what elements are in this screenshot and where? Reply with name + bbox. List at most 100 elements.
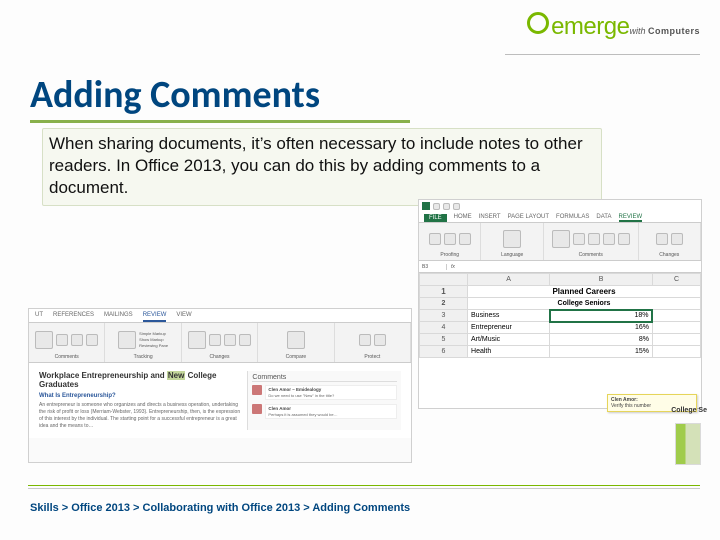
excel-tabs: FILE HOME INSERT PAGE LAYOUT FORMULAS DA… [419, 212, 701, 223]
formula-bar: B3 fx [419, 261, 701, 273]
tab-home[interactable]: HOME [454, 214, 472, 222]
research-icon[interactable] [444, 233, 456, 245]
group-proofing: Proofing [419, 223, 481, 260]
comments-header: Comments [252, 374, 397, 382]
restrict-editing-icon[interactable] [374, 334, 386, 346]
avatar-icon [252, 385, 262, 395]
cell[interactable]: Health [468, 346, 550, 358]
tab-insert[interactable]: INSERT [479, 214, 501, 222]
cell[interactable]: 16% [550, 322, 653, 334]
protect-sheet-icon[interactable] [656, 233, 668, 245]
save-icon[interactable] [433, 203, 440, 210]
col-header[interactable]: B [550, 274, 653, 286]
group-label: Comments [55, 354, 79, 360]
group-label: Language [501, 252, 523, 258]
selected-cell[interactable]: 18% [550, 310, 653, 322]
group-label: Changes [659, 252, 679, 258]
new-comment-icon[interactable] [35, 331, 53, 349]
delete-comment-icon[interactable] [56, 334, 68, 346]
group-label: Comments [579, 252, 603, 258]
accept-icon[interactable] [188, 331, 206, 349]
cell[interactable] [652, 346, 700, 358]
footer-accent-line [28, 485, 700, 486]
tab-file[interactable]: FILE [424, 214, 447, 222]
prev-comment-icon[interactable] [71, 334, 83, 346]
row-header[interactable]: 5 [420, 334, 468, 346]
row-header[interactable]: 3 [420, 310, 468, 322]
redo-icon[interactable] [453, 203, 460, 210]
sheet-subtitle[interactable]: College Seniors [468, 298, 701, 310]
col-header[interactable]: C [652, 274, 700, 286]
next-comment-icon[interactable] [603, 233, 615, 245]
intro-paragraph: When sharing documents, it’s often neces… [42, 128, 602, 206]
cell[interactable]: Entrepreneur [468, 322, 550, 334]
row-header[interactable]: 4 [420, 322, 468, 334]
prev-change-icon[interactable] [224, 334, 236, 346]
comments-pane: Comments Clen Amor – EmidealogyDo we nee… [247, 371, 401, 430]
cell[interactable]: 15% [550, 346, 653, 358]
group-comments: Comments [29, 323, 105, 362]
track-changes-icon[interactable] [118, 331, 136, 349]
translate-icon[interactable] [503, 230, 521, 248]
group-label: Tracking [134, 354, 153, 360]
word-ribbon: Comments Simple Markup Show Markup Revie… [29, 323, 411, 363]
prev-comment-icon[interactable] [588, 233, 600, 245]
cell[interactable] [652, 322, 700, 334]
fx-icon[interactable]: fx [447, 264, 459, 270]
showhide-comment-icon[interactable] [618, 233, 630, 245]
row-header[interactable]: 2 [420, 298, 468, 310]
next-comment-icon[interactable] [86, 334, 98, 346]
show-markup[interactable]: Show Markup [139, 337, 168, 342]
cell[interactable]: Business [468, 310, 550, 322]
comment-item[interactable]: Clen Amor – EmidealogyDo we need to use … [252, 385, 397, 400]
top-divider [505, 54, 700, 55]
excel-screenshot: FILE HOME INSERT PAGE LAYOUT FORMULAS DA… [418, 199, 702, 409]
comment-item[interactable]: Clen AmorPerhaps it is assumed they woul… [252, 404, 397, 419]
chart-title-fragment: College Se [671, 407, 707, 414]
thesaurus-icon[interactable] [459, 233, 471, 245]
cell[interactable] [652, 310, 700, 322]
tab-view[interactable]: VIEW [176, 312, 191, 322]
next-change-icon[interactable] [239, 334, 251, 346]
corner-cell[interactable] [420, 274, 468, 286]
tab-data[interactable]: DATA [596, 214, 611, 222]
tab-formulas[interactable]: FORMULAS [556, 214, 589, 222]
group-label: Compare [286, 354, 307, 360]
block-authors-icon[interactable] [359, 334, 371, 346]
word-screenshot: UT REFERENCES MAILINGS REVIEW VIEW Comme… [28, 308, 412, 463]
word-document-area: Workplace Entrepreneurship and New Colle… [29, 363, 411, 438]
doc-subheading: What Is Entrepreneurship? [39, 393, 241, 399]
undo-icon[interactable] [443, 203, 450, 210]
chart-fragment-icon [675, 423, 701, 465]
tab-references[interactable]: REFERENCES [53, 312, 94, 322]
tab-review[interactable]: REVIEW [143, 312, 167, 322]
worksheet[interactable]: A B C 1 Planned Careers 2 College Senior… [419, 273, 701, 358]
cell[interactable] [652, 334, 700, 346]
group-label: Protect [364, 354, 380, 360]
new-comment-icon[interactable] [552, 230, 570, 248]
tab-pagelayout[interactable]: PAGE LAYOUT [508, 214, 549, 222]
spelling-icon[interactable] [429, 233, 441, 245]
tab-review[interactable]: REVIEW [619, 214, 643, 222]
protect-wb-icon[interactable] [671, 233, 683, 245]
sheet-title[interactable]: Planned Careers [468, 286, 701, 298]
reject-icon[interactable] [209, 334, 221, 346]
name-box[interactable]: B3 [419, 264, 447, 270]
tab-mailings[interactable]: MAILINGS [104, 312, 133, 322]
compare-icon[interactable] [287, 331, 305, 349]
row-header[interactable]: 1 [420, 286, 468, 298]
tab-ut[interactable]: UT [35, 312, 43, 322]
logo-subtext: with Computers [629, 26, 700, 36]
page-title: Adding Comments [30, 72, 320, 120]
delete-comment-icon[interactable] [573, 233, 585, 245]
simple-markup[interactable]: Simple Markup [139, 331, 168, 336]
excel-app-icon [422, 202, 430, 210]
col-header[interactable]: A [468, 274, 550, 286]
reviewing-pane[interactable]: Reviewing Pane [139, 343, 168, 348]
group-changes: Changes [182, 323, 258, 362]
footer-divider [28, 488, 700, 489]
cell[interactable]: 8% [550, 334, 653, 346]
group-changes: Changes [639, 223, 701, 260]
cell[interactable]: Art/Music [468, 334, 550, 346]
row-header[interactable]: 6 [420, 346, 468, 358]
